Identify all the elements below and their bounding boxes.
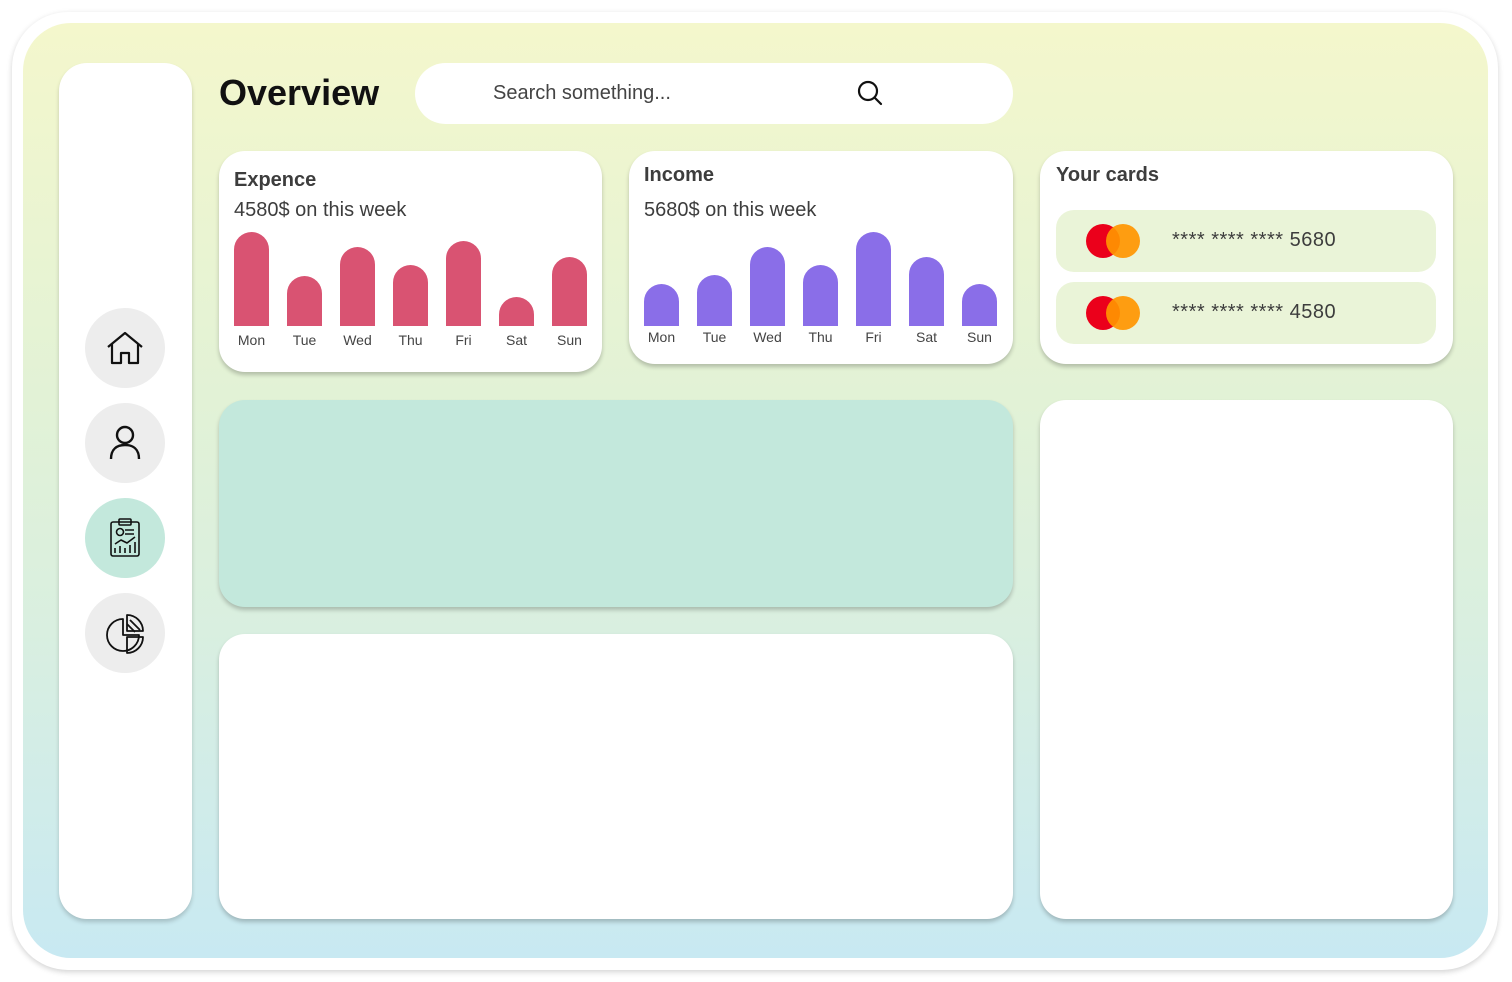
bar-label: Sun: [557, 332, 582, 348]
bar-mon: [234, 232, 269, 326]
bar-wed: [750, 247, 785, 326]
income-card: Income 5680$ on this week Mon Tue Wed Thu Fr…: [629, 151, 1013, 364]
bar-thu: [803, 265, 838, 326]
card-number: **** **** **** 4580: [1172, 301, 1337, 323]
bar-label: Sat: [915, 329, 937, 345]
expense-title: Expence: [234, 169, 317, 191]
income-subtitle: 5680$ on this week: [644, 199, 817, 221]
expense-card: Expence 4580$ on this week Mon Tue Wed Thu F…: [219, 151, 602, 372]
bar-label: Wed: [753, 329, 782, 345]
bar-label: Tue: [292, 332, 317, 348]
income-title: Income: [644, 164, 715, 186]
bar-sun: [962, 284, 997, 326]
bar-label: Fri: [865, 329, 882, 345]
pie-chart-icon: [106, 614, 144, 654]
bar-mon: [644, 284, 679, 326]
bar-sat: [909, 257, 944, 326]
bar-fri: [856, 232, 891, 326]
bar-sun: [552, 257, 587, 326]
bank-card-item[interactable]: **** **** **** 4580: [1056, 282, 1436, 344]
your-cards-title: Your cards: [1056, 164, 1159, 186]
home-icon: [107, 331, 143, 365]
sidebar: [59, 63, 192, 919]
bar-label: Fri: [455, 332, 472, 348]
bar-wed: [340, 247, 375, 326]
nav-home-button[interactable]: [85, 308, 165, 388]
search-input[interactable]: [493, 77, 973, 109]
bar-label: Mon: [237, 332, 266, 348]
bar-tue: [697, 275, 732, 326]
page-title: Overview: [219, 72, 380, 113]
content-panel-right: [1040, 400, 1453, 919]
nav-analytics-button[interactable]: [85, 593, 165, 673]
mastercard-icon: [1086, 224, 1142, 258]
your-cards-panel: Your cards **** **** **** 5680 **** ****…: [1040, 151, 1453, 364]
mastercard-icon: [1086, 296, 1142, 330]
expense-bar-chart: [234, 229, 589, 326]
search-bar[interactable]: [415, 63, 1013, 124]
bar-thu: [393, 265, 428, 326]
bar-label: Mon: [647, 329, 676, 345]
content-panel-bottom: [219, 634, 1013, 919]
report-icon: [110, 518, 140, 557]
bar-fri: [446, 241, 481, 326]
expense-subtitle: 4580$ on this week: [234, 199, 407, 221]
bar-label: Sun: [967, 329, 992, 345]
bar-tue: [287, 276, 322, 326]
highlight-panel: [219, 400, 1013, 607]
user-icon: [109, 425, 141, 460]
nav-profile-button[interactable]: [85, 403, 165, 483]
bar-label: Tue: [702, 329, 727, 345]
bar-label: Wed: [343, 332, 372, 348]
nav-report-button[interactable]: [85, 498, 165, 578]
bar-label: Thu: [808, 329, 833, 345]
card-number: **** **** **** 5680: [1172, 229, 1337, 251]
bar-label: Sat: [505, 332, 527, 348]
bar-label: Thu: [398, 332, 423, 348]
bank-card-item[interactable]: **** **** **** 5680: [1056, 210, 1436, 272]
bar-sat: [499, 297, 534, 326]
income-bar-chart: [644, 229, 999, 326]
